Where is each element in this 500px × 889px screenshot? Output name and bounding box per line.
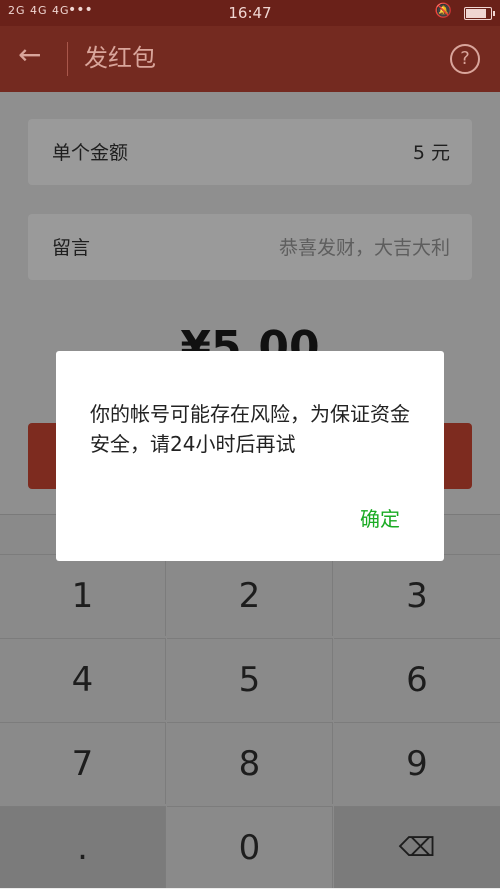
message-field[interactable]: 留言 恭喜发财，大吉大利 [28,214,472,280]
message-label: 留言 [52,237,91,259]
amount-label: 单个金额 [52,142,129,164]
number-keypad: 1 2 3 4 5 6 7 8 9 . 0 ⌫ [0,514,500,888]
key-9[interactable]: 9 [334,722,500,804]
help-icon[interactable]: ? [450,44,480,74]
back-arrow-icon[interactable]: ← [18,41,41,69]
dialog-message: 你的帐号可能存在风险，为保证资金安全，请24小时后再试 [90,402,410,456]
status-time: 16:47 [228,4,272,22]
nav-divider [67,42,68,76]
page-title: 发红包 [84,44,156,72]
risk-alert-dialog: 你的帐号可能存在风险，为保证资金安全，请24小时后再试 确定 [56,351,444,561]
status-bar: 2G 4G 4G ••• 16:47 🔕 [0,0,500,26]
nav-bar: ← 发红包 ? [0,26,500,92]
key-7[interactable]: 7 [0,722,166,804]
message-placeholder[interactable]: 恭喜发财，大吉大利 [279,233,450,260]
key-1[interactable]: 1 [0,554,166,636]
key-5[interactable]: 5 [167,638,333,720]
backspace-icon[interactable]: ⌫ [334,806,500,888]
amount-value[interactable]: 5 元 [413,138,450,165]
mute-bell-icon: 🔕 [434,3,452,19]
key-0[interactable]: 0 [167,806,333,888]
key-3[interactable]: 3 [334,554,500,636]
key-dot[interactable]: . [0,806,166,888]
key-2[interactable]: 2 [167,554,333,636]
key-4[interactable]: 4 [0,638,166,720]
battery-icon [464,7,495,20]
key-6[interactable]: 6 [334,638,500,720]
confirm-button[interactable]: 确定 [360,503,400,532]
key-8[interactable]: 8 [167,722,333,804]
amount-field[interactable]: 单个金额 5 元 [28,119,472,185]
